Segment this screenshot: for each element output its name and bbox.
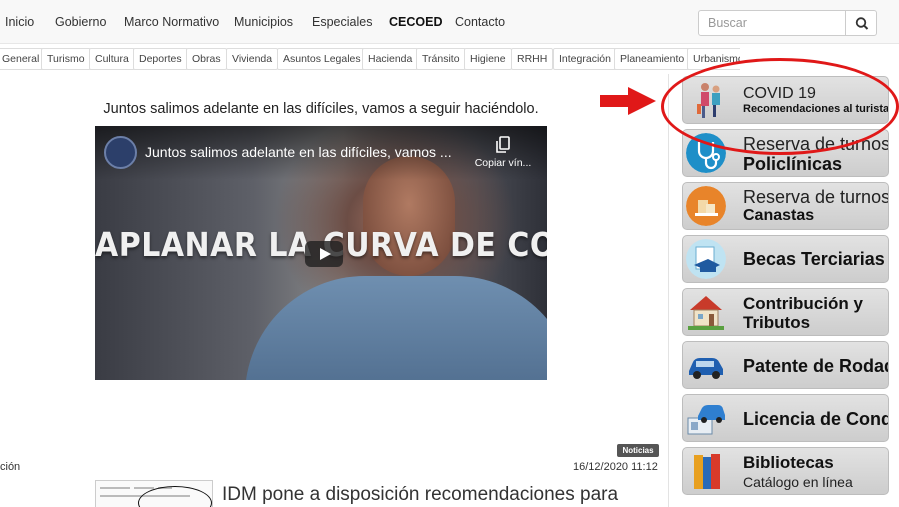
play-button[interactable]	[305, 241, 343, 267]
category-bar: General Turismo Cultura Deportes Obras V…	[0, 48, 740, 72]
contribucion-line1: Contribución y	[743, 294, 863, 313]
category-rrhh[interactable]: RRHH	[511, 48, 554, 70]
news-badge[interactable]: Noticias	[617, 444, 659, 457]
search-icon	[855, 17, 869, 30]
top-navbar: Inicio Gobierno Marco Normativo Municipi…	[0, 0, 899, 44]
search-input[interactable]	[698, 10, 846, 36]
bibliotecas-line1: Bibliotecas	[743, 453, 834, 472]
driver-license-icon	[687, 405, 725, 435]
nav-cecoed[interactable]: CECOED	[389, 15, 442, 29]
video-caption: Juntos salimos adelante en las difíciles…	[103, 101, 539, 117]
category-general[interactable]: General	[0, 48, 46, 70]
contribucion-line2: Tributos	[743, 313, 811, 332]
graduation-cap-icon	[686, 239, 726, 279]
category-higiene[interactable]: Higiene	[464, 48, 512, 70]
books-icon	[694, 454, 720, 489]
car-icon	[689, 358, 723, 379]
licencia-button[interactable]: Licencia de Conducir	[682, 394, 889, 442]
category-deportes[interactable]: Deportes	[133, 48, 188, 70]
becas-label: Becas Terciarias	[743, 249, 885, 269]
copy-link-button[interactable]: Copiar vín...	[467, 136, 539, 169]
video-title[interactable]: Juntos salimos adelante en las difíciles…	[145, 144, 452, 160]
category-integracion[interactable]: Integración	[553, 48, 617, 70]
post-title[interactable]: IDM pone a disposición recomendaciones p…	[222, 484, 618, 506]
house-icon	[688, 296, 724, 330]
becas-button[interactable]: Becas Terciarias	[682, 235, 889, 283]
category-vivienda[interactable]: Vivienda	[226, 48, 279, 70]
red-arrow-icon	[600, 87, 656, 115]
nav-marco-normativo[interactable]: Marco Normativo	[124, 15, 219, 29]
nav-inicio[interactable]: Inicio	[5, 15, 34, 29]
nav-especiales[interactable]: Especiales	[312, 15, 372, 29]
canastas-line2: Canastas	[743, 207, 815, 224]
channel-avatar-icon[interactable]	[104, 136, 137, 169]
category-cultura[interactable]: Cultura	[89, 48, 135, 70]
category-transito[interactable]: Tránsito	[416, 48, 466, 70]
thumb-line	[100, 487, 130, 489]
bibliotecas-button[interactable]: Bibliotecas Catálogo en línea	[682, 447, 889, 495]
video-player[interactable]: Juntos salimos adelante en las difíciles…	[95, 126, 547, 380]
patente-label: Patente de Rodados	[743, 356, 888, 376]
category-hacienda[interactable]: Hacienda	[362, 48, 419, 70]
post-category-fragment: ción	[0, 461, 21, 473]
policlinicas-line2: Policlínicas	[743, 154, 843, 174]
nav-contacto[interactable]: Contacto	[455, 15, 505, 29]
nav-municipios[interactable]: Municipios	[234, 15, 293, 29]
post-thumbnail[interactable]	[95, 480, 213, 507]
search-box	[698, 10, 877, 36]
post-date: 16/12/2020 11:12	[573, 461, 658, 473]
copy-link-label: Copiar vín...	[474, 157, 532, 169]
nav-gobierno[interactable]: Gobierno	[55, 15, 106, 29]
highlight-oval	[661, 58, 899, 155]
category-planeamiento[interactable]: Planeamiento	[614, 48, 691, 70]
thumb-highlight-oval	[138, 486, 212, 507]
canastas-line1: Reserva de turnos	[743, 187, 889, 207]
basket-icon	[686, 186, 726, 226]
canastas-button[interactable]: Reserva de turnos Canastas	[682, 182, 889, 230]
category-turismo[interactable]: Turismo	[41, 48, 91, 70]
bibliotecas-line2: Catálogo en línea	[743, 474, 853, 490]
contribucion-button[interactable]: Contribución y Tributos	[682, 288, 889, 336]
copy-icon	[496, 136, 510, 153]
category-asuntos-legales[interactable]: Asuntos Legales	[277, 48, 367, 70]
category-obras[interactable]: Obras	[186, 48, 227, 70]
search-button[interactable]	[845, 10, 877, 36]
patente-button[interactable]: Patente de Rodados	[682, 341, 889, 389]
licencia-label: Licencia de Conducir	[743, 409, 889, 429]
column-divider	[668, 74, 669, 507]
